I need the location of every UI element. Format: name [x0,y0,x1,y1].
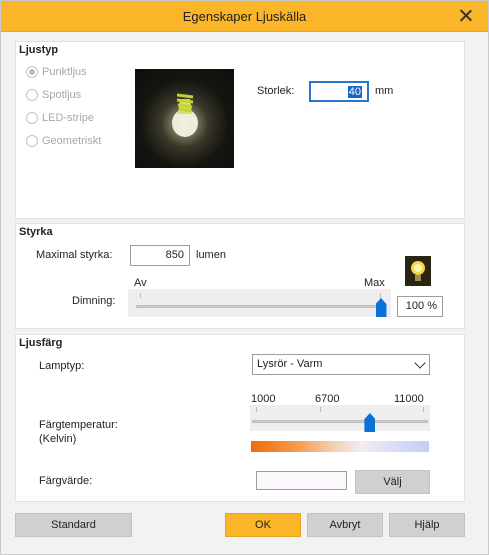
storlek-label: Storlek: [257,85,295,97]
group-styrka: Styrka Maximal styrka: 850 lumen Av Max … [15,223,465,329]
max-styrka-input[interactable]: 850 [130,245,190,266]
max-styrka-label: Maximal styrka: [36,249,113,261]
dimning-label: Dimning: [72,295,116,307]
slider-tick [380,293,381,298]
dialog-title: Egenskaper Ljuskälla [182,9,307,24]
temp-tick-label-6700: 6700 [315,393,340,405]
slider-max-label: Max [364,277,385,289]
kelvin-label: (Kelvin) [39,433,77,445]
radio-punktljus[interactable]: Punktljus [26,64,87,80]
slider-track [136,305,381,308]
slider-tick [140,293,141,298]
radio-led-stripe[interactable]: LED-stripe [26,110,94,126]
storlek-unit: mm [375,85,394,97]
dialog: Egenskaper Ljuskälla Ljustyp Punktljus S… [0,0,489,555]
slider-track [252,420,428,423]
dimning-slider[interactable] [128,289,391,317]
radio-geometriskt[interactable]: Geometriskt [26,133,101,149]
storlek-value: 40 [347,86,362,98]
avbryt-button[interactable]: Avbryt [307,513,383,537]
radio-circle-selected [26,66,38,78]
slider-tick [256,407,257,412]
title-bar: Egenskaper Ljuskälla [1,1,488,32]
fargvarde-label: Färgvärde: [39,475,93,487]
slider-min-label: Av [134,277,147,289]
valj-button[interactable]: Välj [355,470,430,494]
color-temperature-gradient [251,441,429,452]
lamptyp-label: Lamptyp: [39,360,85,372]
chevron-down-icon [414,357,426,369]
lamptyp-select[interactable]: Lysrör - Varm [252,354,430,375]
slider-tick [423,407,424,412]
max-styrka-unit: lumen [196,249,226,261]
light-preview-image [135,69,234,168]
slider-thumb[interactable] [375,298,387,317]
radio-circle [26,89,38,101]
close-icon[interactable] [456,6,476,26]
radio-circle [26,135,38,147]
radio-label: Geometriskt [42,135,102,147]
standard-button[interactable]: Standard [15,513,132,537]
temp-tick-label-11000: 11000 [394,393,424,405]
group-title-ljustyp: Ljustyp [19,44,59,56]
radio-spotljus[interactable]: Spotljus [26,87,81,103]
temp-tick-label-1000: 1000 [251,393,276,405]
color-swatch [256,471,347,490]
slider-thumb[interactable] [364,413,376,432]
ok-button[interactable]: OK [225,513,301,537]
dimning-input[interactable]: 100 % [397,296,443,317]
group-title-ljusfarg: Ljusfärg [19,337,63,349]
fargtemperatur-label: Färgtemperatur: [39,419,118,431]
storlek-input[interactable]: 40 [309,81,369,102]
lightbulb-icon [405,256,431,286]
radio-circle [26,112,38,124]
fargtemperatur-slider[interactable] [250,405,430,432]
lamptyp-value: Lysrör - Varm [257,358,323,370]
bulb-preview-icon [172,93,198,137]
slider-tick [320,407,321,412]
radio-label: LED-stripe [42,112,94,124]
group-ljustyp: Ljustyp Punktljus Spotljus LED-stripe Ge… [15,41,465,219]
radio-label: Spotljus [42,89,82,101]
radio-label: Punktljus [42,66,87,78]
group-ljusfarg: Ljusfärg Lamptyp: Lysrör - Varm 1000 670… [15,334,465,502]
hjalp-button[interactable]: Hjälp [389,513,465,537]
group-title-styrka: Styrka [19,226,53,238]
